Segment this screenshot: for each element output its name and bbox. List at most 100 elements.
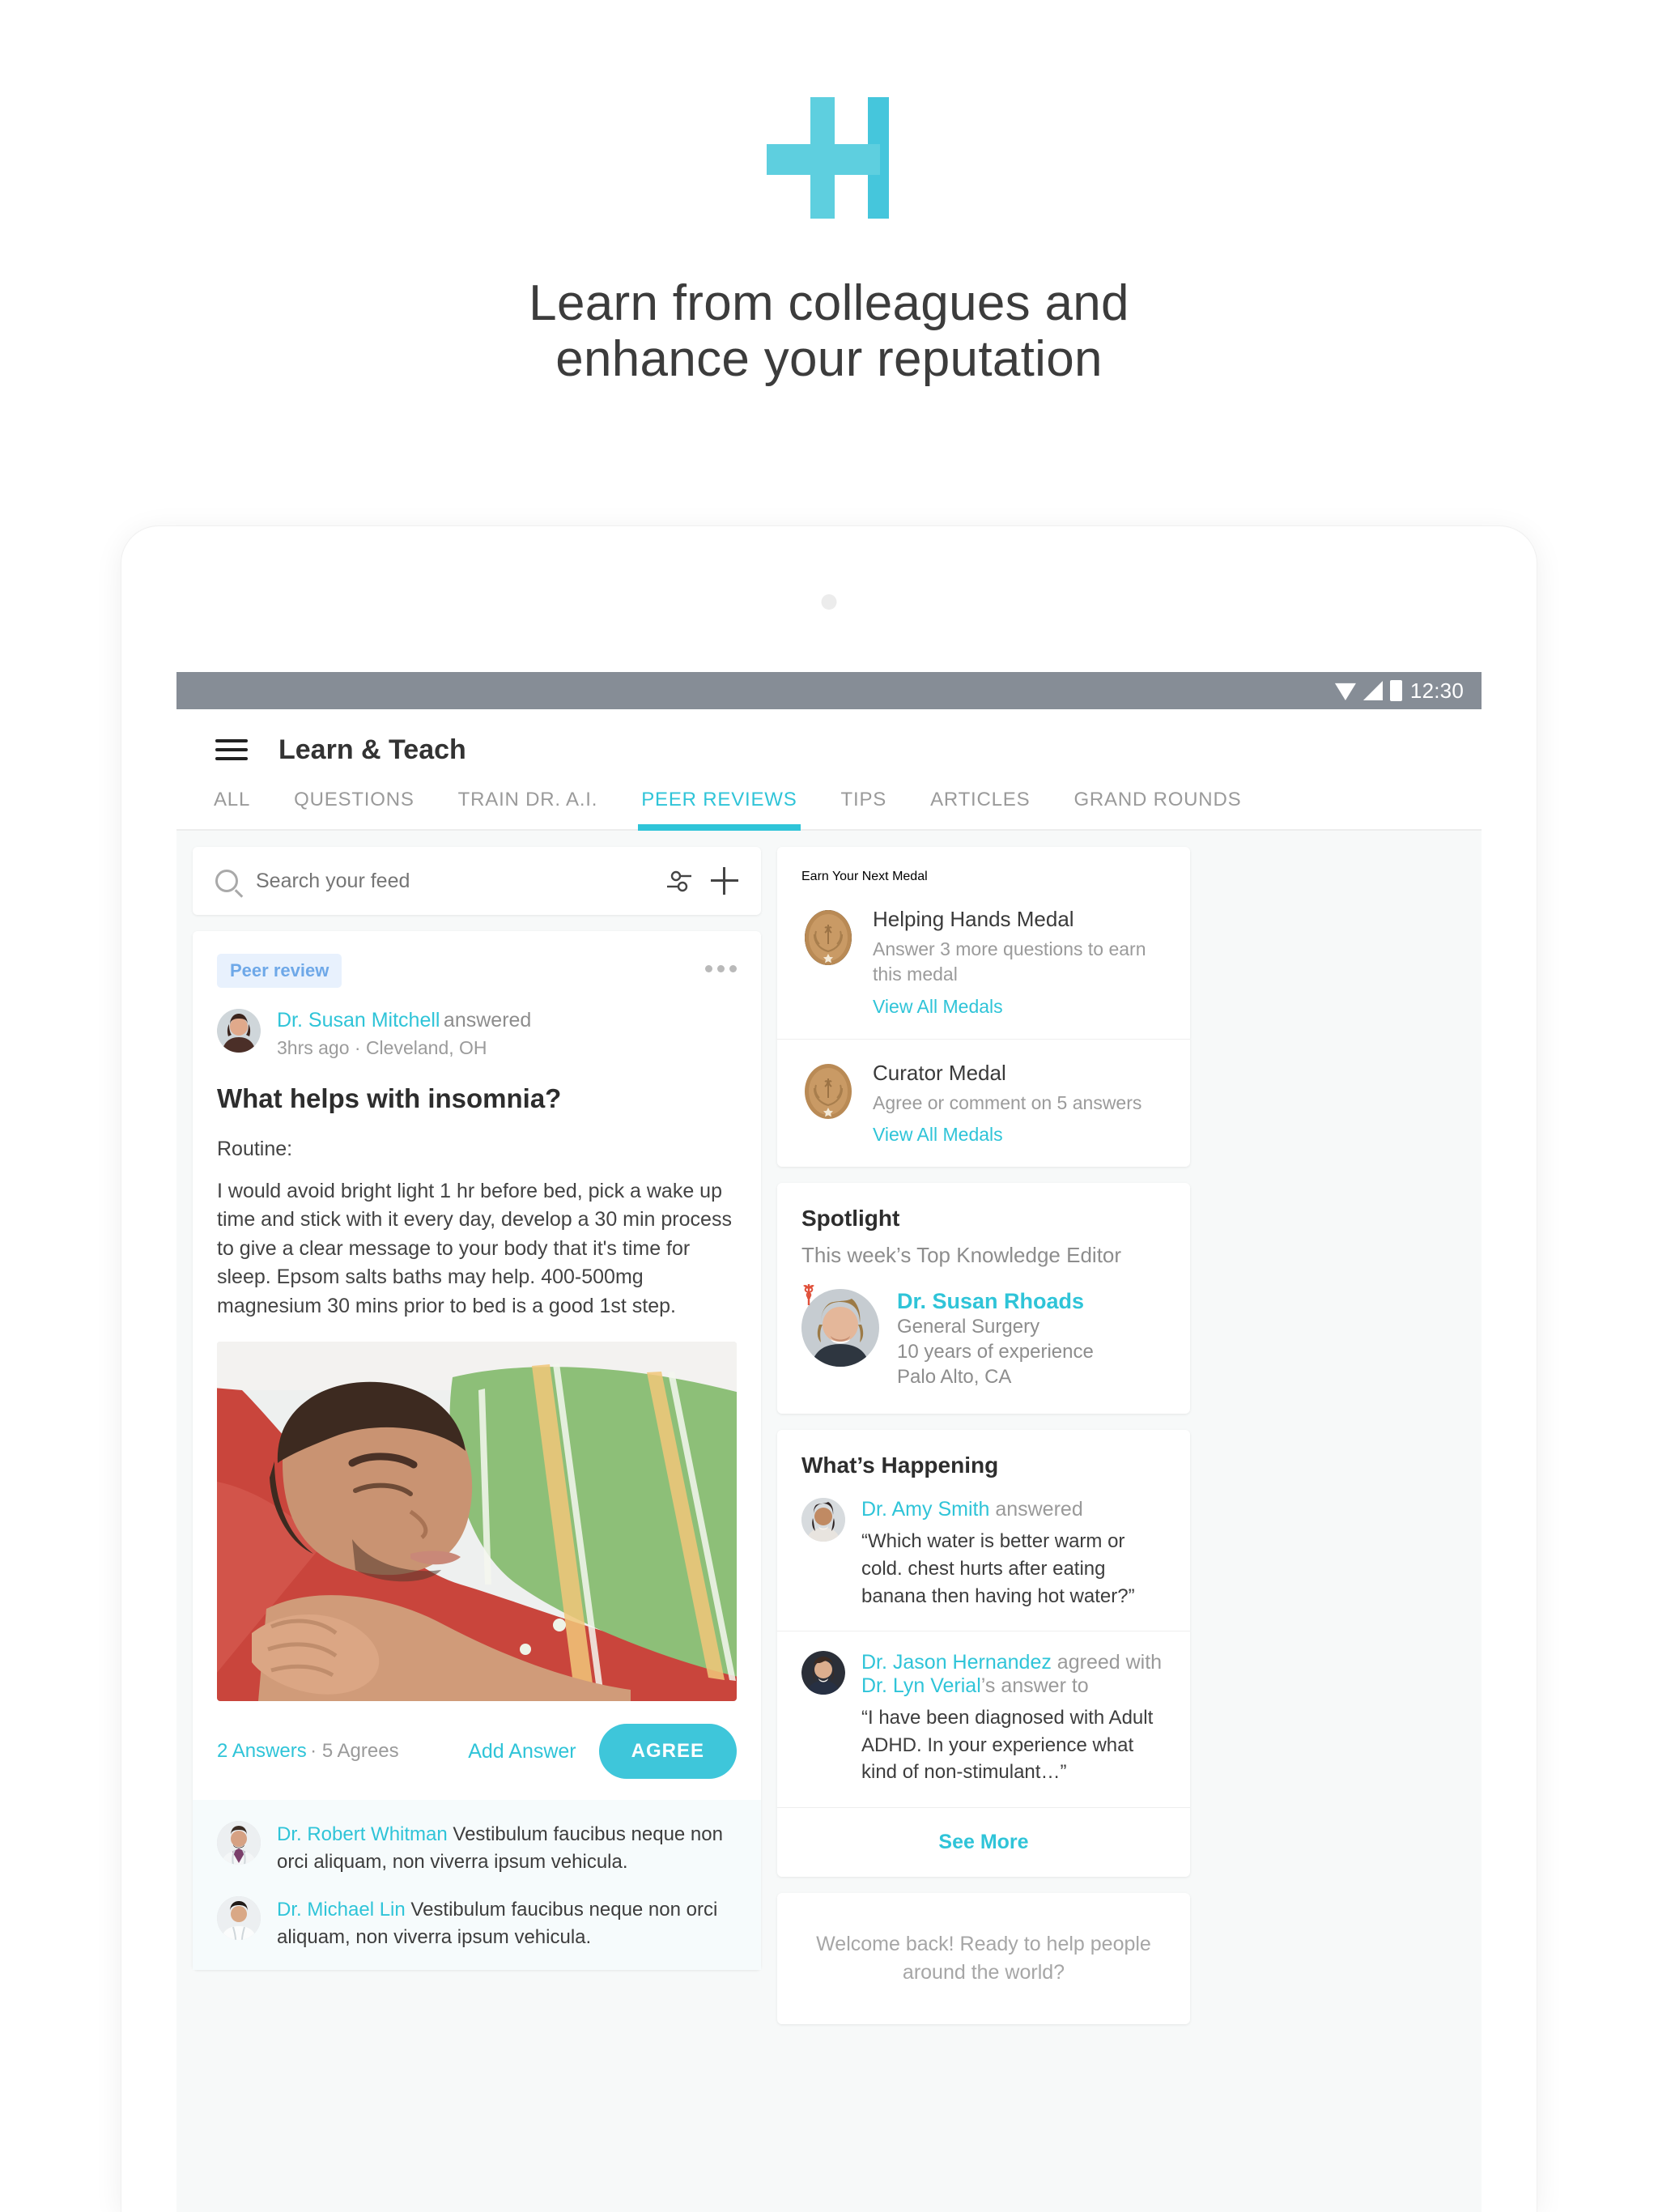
comment-text: Dr. Michael Lin Vestibulum faucibus nequ…: [277, 1896, 737, 1950]
wh-verb-2: ’s answer to: [980, 1674, 1089, 1698]
tab-all[interactable]: ALL: [214, 789, 250, 829]
spotlight-specialty: General Surgery: [897, 1315, 1040, 1338]
avatar[interactable]: [801, 1651, 845, 1695]
post-author-name[interactable]: Dr. Susan Mitchell: [277, 1009, 440, 1032]
logo-plus-horizontal: [767, 144, 880, 175]
avatar[interactable]: [217, 1009, 261, 1053]
list-item[interactable]: Dr. Jason Hernandez agreed with Dr. Lyn …: [777, 1631, 1190, 1807]
front-camera-icon: [821, 594, 837, 610]
post-author-verb: answered: [443, 1009, 532, 1032]
search-icon: [215, 870, 238, 892]
medal-name: Curator Medal: [873, 1060, 1006, 1085]
avatar[interactable]: [217, 1821, 261, 1865]
post-author-line: Dr. Susan Mitchell answered: [277, 1009, 531, 1032]
medal-info: Helping Hands Medal Answer 3 more questi…: [873, 907, 1166, 1018]
search-bar: [193, 847, 761, 915]
medal-description: Answer 3 more questions to earn this med…: [873, 938, 1146, 985]
medal-description: Agree or comment on 5 answers: [873, 1091, 1142, 1113]
post-question-title[interactable]: What helps with insomnia?: [217, 1083, 737, 1114]
post-actions-right: Add Answer AGREE: [468, 1724, 737, 1779]
plus-icon[interactable]: [711, 867, 738, 895]
spotlight-location: Palo Alto, CA: [897, 1366, 1012, 1389]
tab-peer-reviews[interactable]: PEER REVIEWS: [638, 789, 801, 831]
tab-grand-rounds[interactable]: GRAND ROUNDS: [1073, 789, 1241, 829]
whats-happening-body: Dr. Amy Smith answered “Which water is b…: [861, 1498, 1166, 1610]
comment-author-name[interactable]: Dr. Robert Whitman: [277, 1823, 448, 1845]
status-badge: Peer review: [217, 954, 342, 988]
promo-headline-line2: enhance your reputation: [555, 331, 1103, 388]
app-bar-top: Learn & Teach: [176, 734, 1482, 789]
battery-icon: [1389, 680, 1402, 701]
status-icons: [1334, 680, 1402, 701]
spotlight-subtitle: This week’s Top Knowledge Editor: [801, 1242, 1122, 1267]
post-author-info: Dr. Susan Mitchell answered 3hrs ago · C…: [277, 1009, 531, 1059]
spotlight-experience: 10 years of experience: [897, 1340, 1094, 1363]
whats-happening-headline: Dr. Amy Smith answered: [861, 1498, 1166, 1521]
whats-happening-headline: Dr. Jason Hernandez agreed with Dr. Lyn …: [861, 1651, 1166, 1698]
add-answer-link[interactable]: Add Answer: [468, 1740, 576, 1763]
bronze-medal-icon: [805, 1063, 852, 1119]
tune-filter-icon[interactable]: [665, 867, 693, 895]
wh-author-name[interactable]: Dr. Jason Hernandez: [861, 1651, 1052, 1674]
post-action-bar: 2 Answers · 5 Agrees Add Answer AGREE: [217, 1701, 737, 1800]
avatar[interactable]: [217, 1896, 261, 1941]
whats-happening-card: What’s Happening Dr. Amy Smith answered …: [777, 1430, 1190, 1877]
promo-header: Learn from colleagues and enhance your r…: [0, 0, 1658, 388]
see-more-button[interactable]: See More: [777, 1806, 1190, 1877]
more-options-icon[interactable]: [705, 954, 737, 972]
promo-headline-line1: Learn from colleagues and: [529, 275, 1129, 331]
feed-column: Peer review: [193, 847, 761, 1986]
post-author-row: Dr. Susan Mitchell answered 3hrs ago · C…: [217, 1009, 737, 1059]
post-body: Routine: I would avoid bright light 1 hr…: [217, 1135, 737, 1321]
tab-questions[interactable]: QUESTIONS: [294, 789, 414, 829]
list-item[interactable]: Dr. Amy Smith answered “Which water is b…: [777, 1478, 1190, 1631]
list-item[interactable]: Dr. Michael Lin Vestibulum faucibus nequ…: [217, 1896, 737, 1950]
post-stats: 2 Answers · 5 Agrees: [217, 1740, 399, 1763]
post-content: Peer review Dr. Susan Mitchell answered …: [193, 931, 761, 1800]
agree-button[interactable]: AGREE: [598, 1724, 737, 1779]
agrees-count: · 5 Agrees: [310, 1740, 399, 1762]
view-all-medals-link[interactable]: View All Medals: [873, 996, 1003, 1018]
tab-train-dr-ai[interactable]: TRAIN DR. A.I.: [458, 789, 598, 829]
spotlight-card: Spotlight This week’s Top Knowledge Edit…: [777, 1182, 1190, 1414]
comment-author-name[interactable]: Dr. Michael Lin: [277, 1899, 406, 1921]
tablet-device-frame: 12:30 Learn & Teach ALL QUESTIONS TRAIN …: [121, 526, 1537, 2212]
caduceus-icon: [803, 1283, 814, 1305]
answers-count[interactable]: 2 Answers: [217, 1740, 307, 1762]
comment-text: Dr. Robert Whitman Vestibulum faucibus n…: [277, 1821, 737, 1875]
medal-item-curator[interactable]: Curator Medal Agree or comment on 5 answ…: [777, 1038, 1190, 1167]
device-screen: 12:30 Learn & Teach ALL QUESTIONS TRAIN …: [176, 672, 1482, 2212]
healthtap-h-logo: [752, 97, 906, 219]
sleeping-man-photo[interactable]: [217, 1342, 737, 1701]
spotlight-title: Spotlight: [801, 1205, 900, 1231]
whats-happening-title: What’s Happening: [801, 1453, 999, 1478]
app-bar: Learn & Teach ALL QUESTIONS TRAIN DR. A.…: [176, 709, 1482, 831]
tab-articles[interactable]: ARTICLES: [930, 789, 1030, 829]
post-meta: 3hrs ago · Cleveland, OH: [277, 1037, 487, 1058]
page-title: Learn & Teach: [278, 734, 466, 765]
list-item[interactable]: Dr. Robert Whitman Vestibulum faucibus n…: [217, 1821, 737, 1875]
post-header: Peer review: [217, 954, 737, 988]
post-body-line1: Routine:: [217, 1138, 293, 1160]
avatar[interactable]: [801, 1498, 845, 1542]
spotlight-name[interactable]: Dr. Susan Rhoads: [897, 1289, 1094, 1314]
wh-verb: agreed with: [1051, 1651, 1163, 1674]
whats-happening-body: Dr. Jason Hernandez agreed with Dr. Lyn …: [861, 1651, 1166, 1786]
tab-tips[interactable]: TIPS: [841, 789, 887, 829]
main-content: Peer review: [176, 831, 1482, 2040]
medal-item-helping-hands[interactable]: Helping Hands Medal Answer 3 more questi…: [777, 892, 1190, 1039]
welcome-card: Welcome back! Ready to help people aroun…: [777, 1892, 1190, 2024]
sidebar-column: Earn Your Next Medal Helping Hands Medal…: [777, 847, 1190, 2040]
wh-author-name[interactable]: Dr. Amy Smith: [861, 1498, 989, 1521]
status-bar: 12:30: [176, 672, 1482, 709]
status-time: 12:30: [1409, 678, 1464, 703]
medal-name: Helping Hands Medal: [873, 907, 1074, 931]
spotlight-doctor[interactable]: Dr. Susan Rhoads General Surgery 10 year…: [801, 1283, 1166, 1390]
wifi-icon: [1334, 683, 1356, 700]
wh-author-name-2[interactable]: Dr. Lyn Verial: [861, 1674, 981, 1697]
hamburger-menu-icon[interactable]: [215, 734, 248, 766]
peer-review-post-card: Peer review Dr. Susan Mitchell answered …: [193, 931, 761, 1971]
view-all-medals-link[interactable]: View All Medals: [873, 1124, 1003, 1146]
search-input[interactable]: [256, 869, 648, 893]
medals-title: Earn Your Next Medal: [801, 870, 928, 883]
